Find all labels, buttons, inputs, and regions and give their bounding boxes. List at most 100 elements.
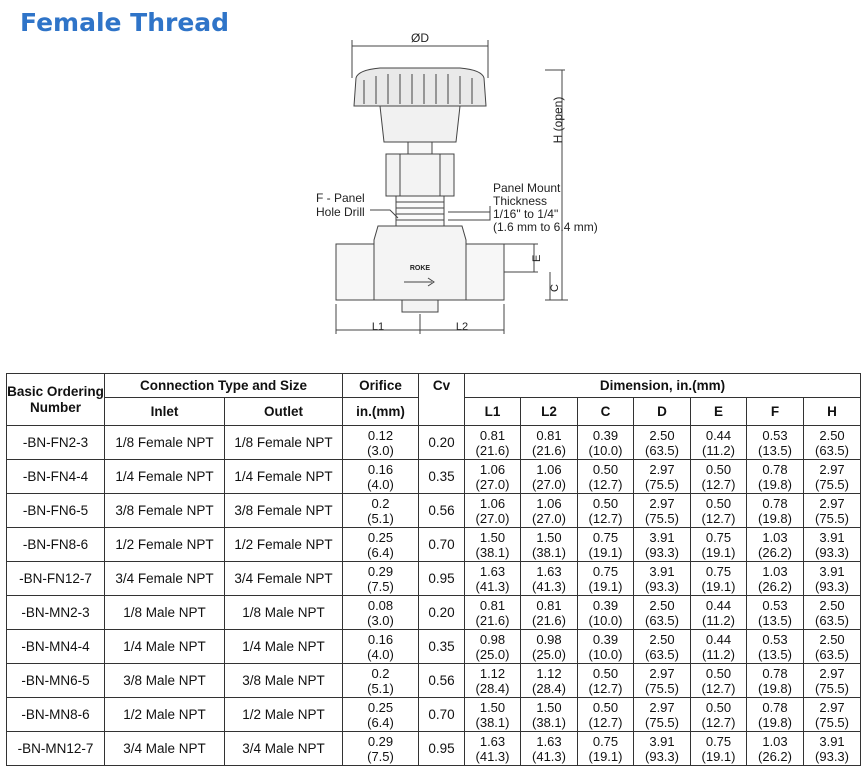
e-cell-in: 0.50 — [705, 665, 732, 681]
l1-cell-in: 1.06 — [479, 461, 506, 477]
l2-cell-in: 1.06 — [536, 461, 562, 477]
d-cell: 2.50 (63.5) — [633, 425, 691, 460]
header-orifice-unit: in.(mm) — [342, 397, 419, 426]
l1-cell: 1.06 (27.0) — [464, 459, 521, 494]
l1-cell-in: 0.81 — [479, 427, 506, 443]
header-connection: Connection Type and Size — [104, 373, 343, 398]
ordering-number-cell: -BN-FN2-3 — [6, 425, 105, 460]
f-cell: 0.78 (19.8) — [746, 493, 804, 528]
l1-cell-in: 1.06 — [479, 495, 506, 511]
c-cell-in: 0.75 — [592, 563, 619, 579]
h-cell-in: 3.91 — [819, 563, 845, 579]
table-row: -BN-MN2-3 1/8 Male NPT 1/8 Male NPT 0.08 (3.… — [6, 595, 862, 630]
ordering-number-cell: -BN-FN6-5 — [6, 493, 105, 528]
f-cell-mm: (19.8) — [758, 476, 792, 492]
orifice-cell-mm: (4.0) — [367, 646, 394, 662]
valve-body — [373, 225, 467, 301]
l2-cell-mm: (21.6) — [532, 442, 566, 458]
c-cell-mm: (19.1) — [588, 578, 623, 594]
d-cell-mm: (93.3) — [645, 544, 679, 560]
orifice-cell-in: 0.29 — [367, 563, 394, 579]
f-cell-in: 0.78 — [762, 699, 788, 715]
h-cell-in: 2.97 — [819, 699, 845, 715]
inlet-port — [335, 243, 375, 301]
e-cell: 0.50 (12.7) — [690, 493, 747, 528]
h-cell-mm: (93.3) — [815, 748, 849, 764]
orifice-cell: 0.12 (3.0) — [342, 425, 419, 460]
l1-cell: 1.12 (28.4) — [464, 663, 521, 698]
l1-cell-in: 0.98 — [479, 631, 506, 647]
h-cell: 2.97 (75.5) — [802, 459, 862, 494]
c-cell-mm: (10.0) — [588, 442, 623, 458]
cv-cell: 0.95 — [418, 731, 465, 766]
table-row: -BN-MN12-7 3/4 Male NPT 3/4 Male NPT 0.29 (7… — [6, 731, 862, 766]
e-cell-in: 0.75 — [705, 733, 732, 749]
d-cell: 2.97 (75.5) — [633, 663, 691, 698]
orifice-cell-mm: (7.5) — [367, 748, 394, 764]
e-cell-mm: (12.7) — [701, 714, 736, 730]
d-cell-mm: (63.5) — [645, 646, 679, 662]
c-cell: 0.39 (10.0) — [577, 629, 634, 664]
ordering-number-cell: -BN-MN4-4 — [6, 629, 105, 664]
panel-label-1: Panel Mount — [493, 181, 561, 195]
e-cell: 0.44 (11.2) — [690, 425, 747, 460]
e-cell: 0.75 (19.1) — [690, 731, 747, 766]
header-dimension: Dimension, in.(mm) — [463, 373, 862, 398]
d-cell-mm: (63.5) — [645, 442, 679, 458]
e-cell: 0.75 (19.1) — [690, 561, 747, 596]
e-cell-in: 0.50 — [705, 699, 732, 715]
e-cell-in: 0.44 — [705, 597, 732, 613]
e-cell: 0.50 (12.7) — [690, 459, 747, 494]
orifice-cell-in: 0.2 — [371, 665, 390, 681]
h-cell: 2.50 (63.5) — [802, 425, 862, 460]
h-cell-mm: (75.5) — [815, 714, 849, 730]
h-cell: 2.50 (63.5) — [802, 595, 862, 630]
orifice-cell-in: 0.12 — [367, 427, 394, 443]
ordering-number-cell: -BN-MN2-3 — [6, 595, 105, 630]
l2-cell-mm: (27.0) — [532, 510, 566, 526]
h-cell: 2.50 (63.5) — [802, 629, 862, 664]
inlet-cell: 1/8 Female NPT — [104, 425, 225, 460]
f-cell-mm: (13.5) — [758, 442, 792, 458]
d-cell-in: 2.50 — [649, 597, 675, 613]
spec-table-body: -BN-FN2-3 1/8 Female NPT 1/8 Female NPT 0.1… — [6, 425, 862, 766]
e-cell-in: 0.50 — [705, 495, 732, 511]
e-label: E — [531, 255, 543, 262]
h-cell: 2.97 (75.5) — [802, 663, 862, 698]
l1-cell: 1.50 (38.1) — [464, 697, 521, 732]
f-cell: 0.78 (19.8) — [746, 459, 804, 494]
table-row: -BN-MN4-4 1/4 Male NPT 1/4 Male NPT 0.16 (4.… — [6, 629, 862, 664]
inlet-cell: 1/2 Female NPT — [104, 527, 225, 562]
c-cell: 0.75 (19.1) — [577, 731, 634, 766]
f-cell: 0.53 (13.5) — [746, 629, 804, 664]
panel-label-3: 1/16" to 1/4" — [493, 207, 558, 221]
h-cell-mm: (75.5) — [815, 680, 849, 696]
l1-cell-mm: (28.4) — [475, 680, 510, 696]
e-cell-mm: (19.1) — [701, 578, 736, 594]
l2-cell: 1.63 (41.3) — [520, 561, 578, 596]
l2-cell: 1.63 (41.3) — [520, 731, 578, 766]
page-title: Female Thread — [20, 8, 230, 37]
cv-cell: 0.56 — [418, 663, 465, 698]
d-cell-in: 3.91 — [649, 529, 675, 545]
cv-cell: 0.95 — [418, 561, 465, 596]
outlet-cell: 3/4 Male NPT — [224, 731, 343, 766]
cv-cell: 0.35 — [418, 629, 465, 664]
c-cell-in: 0.39 — [592, 427, 619, 443]
e-cell-mm: (19.1) — [701, 544, 736, 560]
f-cell-mm: (19.8) — [758, 680, 792, 696]
ordering-number-cell: -BN-FN8-6 — [6, 527, 105, 562]
f-cell-in: 0.78 — [762, 461, 788, 477]
cv-cell: 0.70 — [418, 697, 465, 732]
l1-cell-in: 1.50 — [479, 699, 506, 715]
l1-cell-mm: (25.0) — [475, 646, 510, 662]
orifice-cell-mm: (5.1) — [367, 680, 394, 696]
orifice-cell-in: 0.2 — [371, 495, 390, 511]
c-cell-mm: (10.0) — [588, 646, 623, 662]
spec-table: Basic Ordering Number Connection Type an… — [6, 373, 862, 766]
inlet-cell: 1/8 Male NPT — [104, 595, 225, 630]
l1-cell-mm: (38.1) — [475, 714, 510, 730]
orifice-cell-in: 0.25 — [367, 529, 394, 545]
inlet-cell: 3/8 Female NPT — [104, 493, 225, 528]
ordering-number-cell: -BN-FN12-7 — [6, 561, 105, 596]
